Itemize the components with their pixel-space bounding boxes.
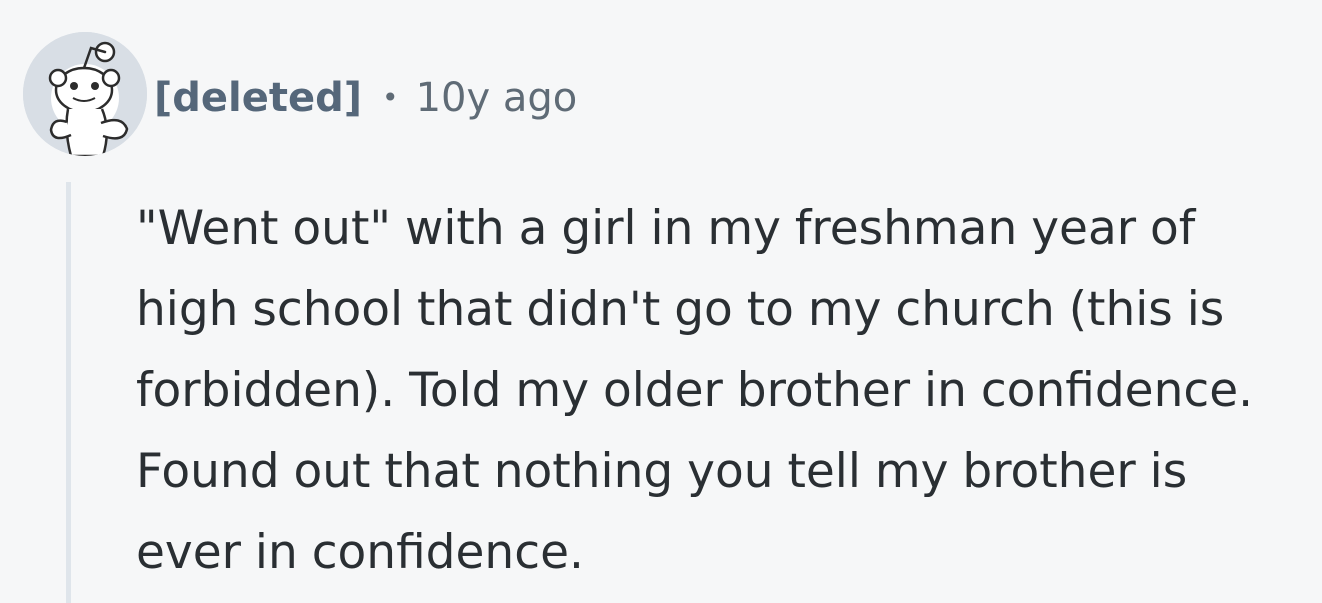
comment: [deleted] • 10y ago "Went out" with a gi…	[0, 0, 1322, 603]
reddit-snoo-avatar-icon[interactable]	[23, 32, 147, 156]
meta-separator: •	[382, 81, 399, 114]
comment-body: "Went out" with a girl in my freshman ye…	[136, 201, 1254, 580]
comment-timestamp[interactable]: 10y ago	[416, 74, 578, 122]
thread-line[interactable]	[66, 182, 71, 603]
comment-meta: [deleted] • 10y ago	[154, 74, 577, 122]
author-name[interactable]: [deleted]	[154, 74, 362, 122]
